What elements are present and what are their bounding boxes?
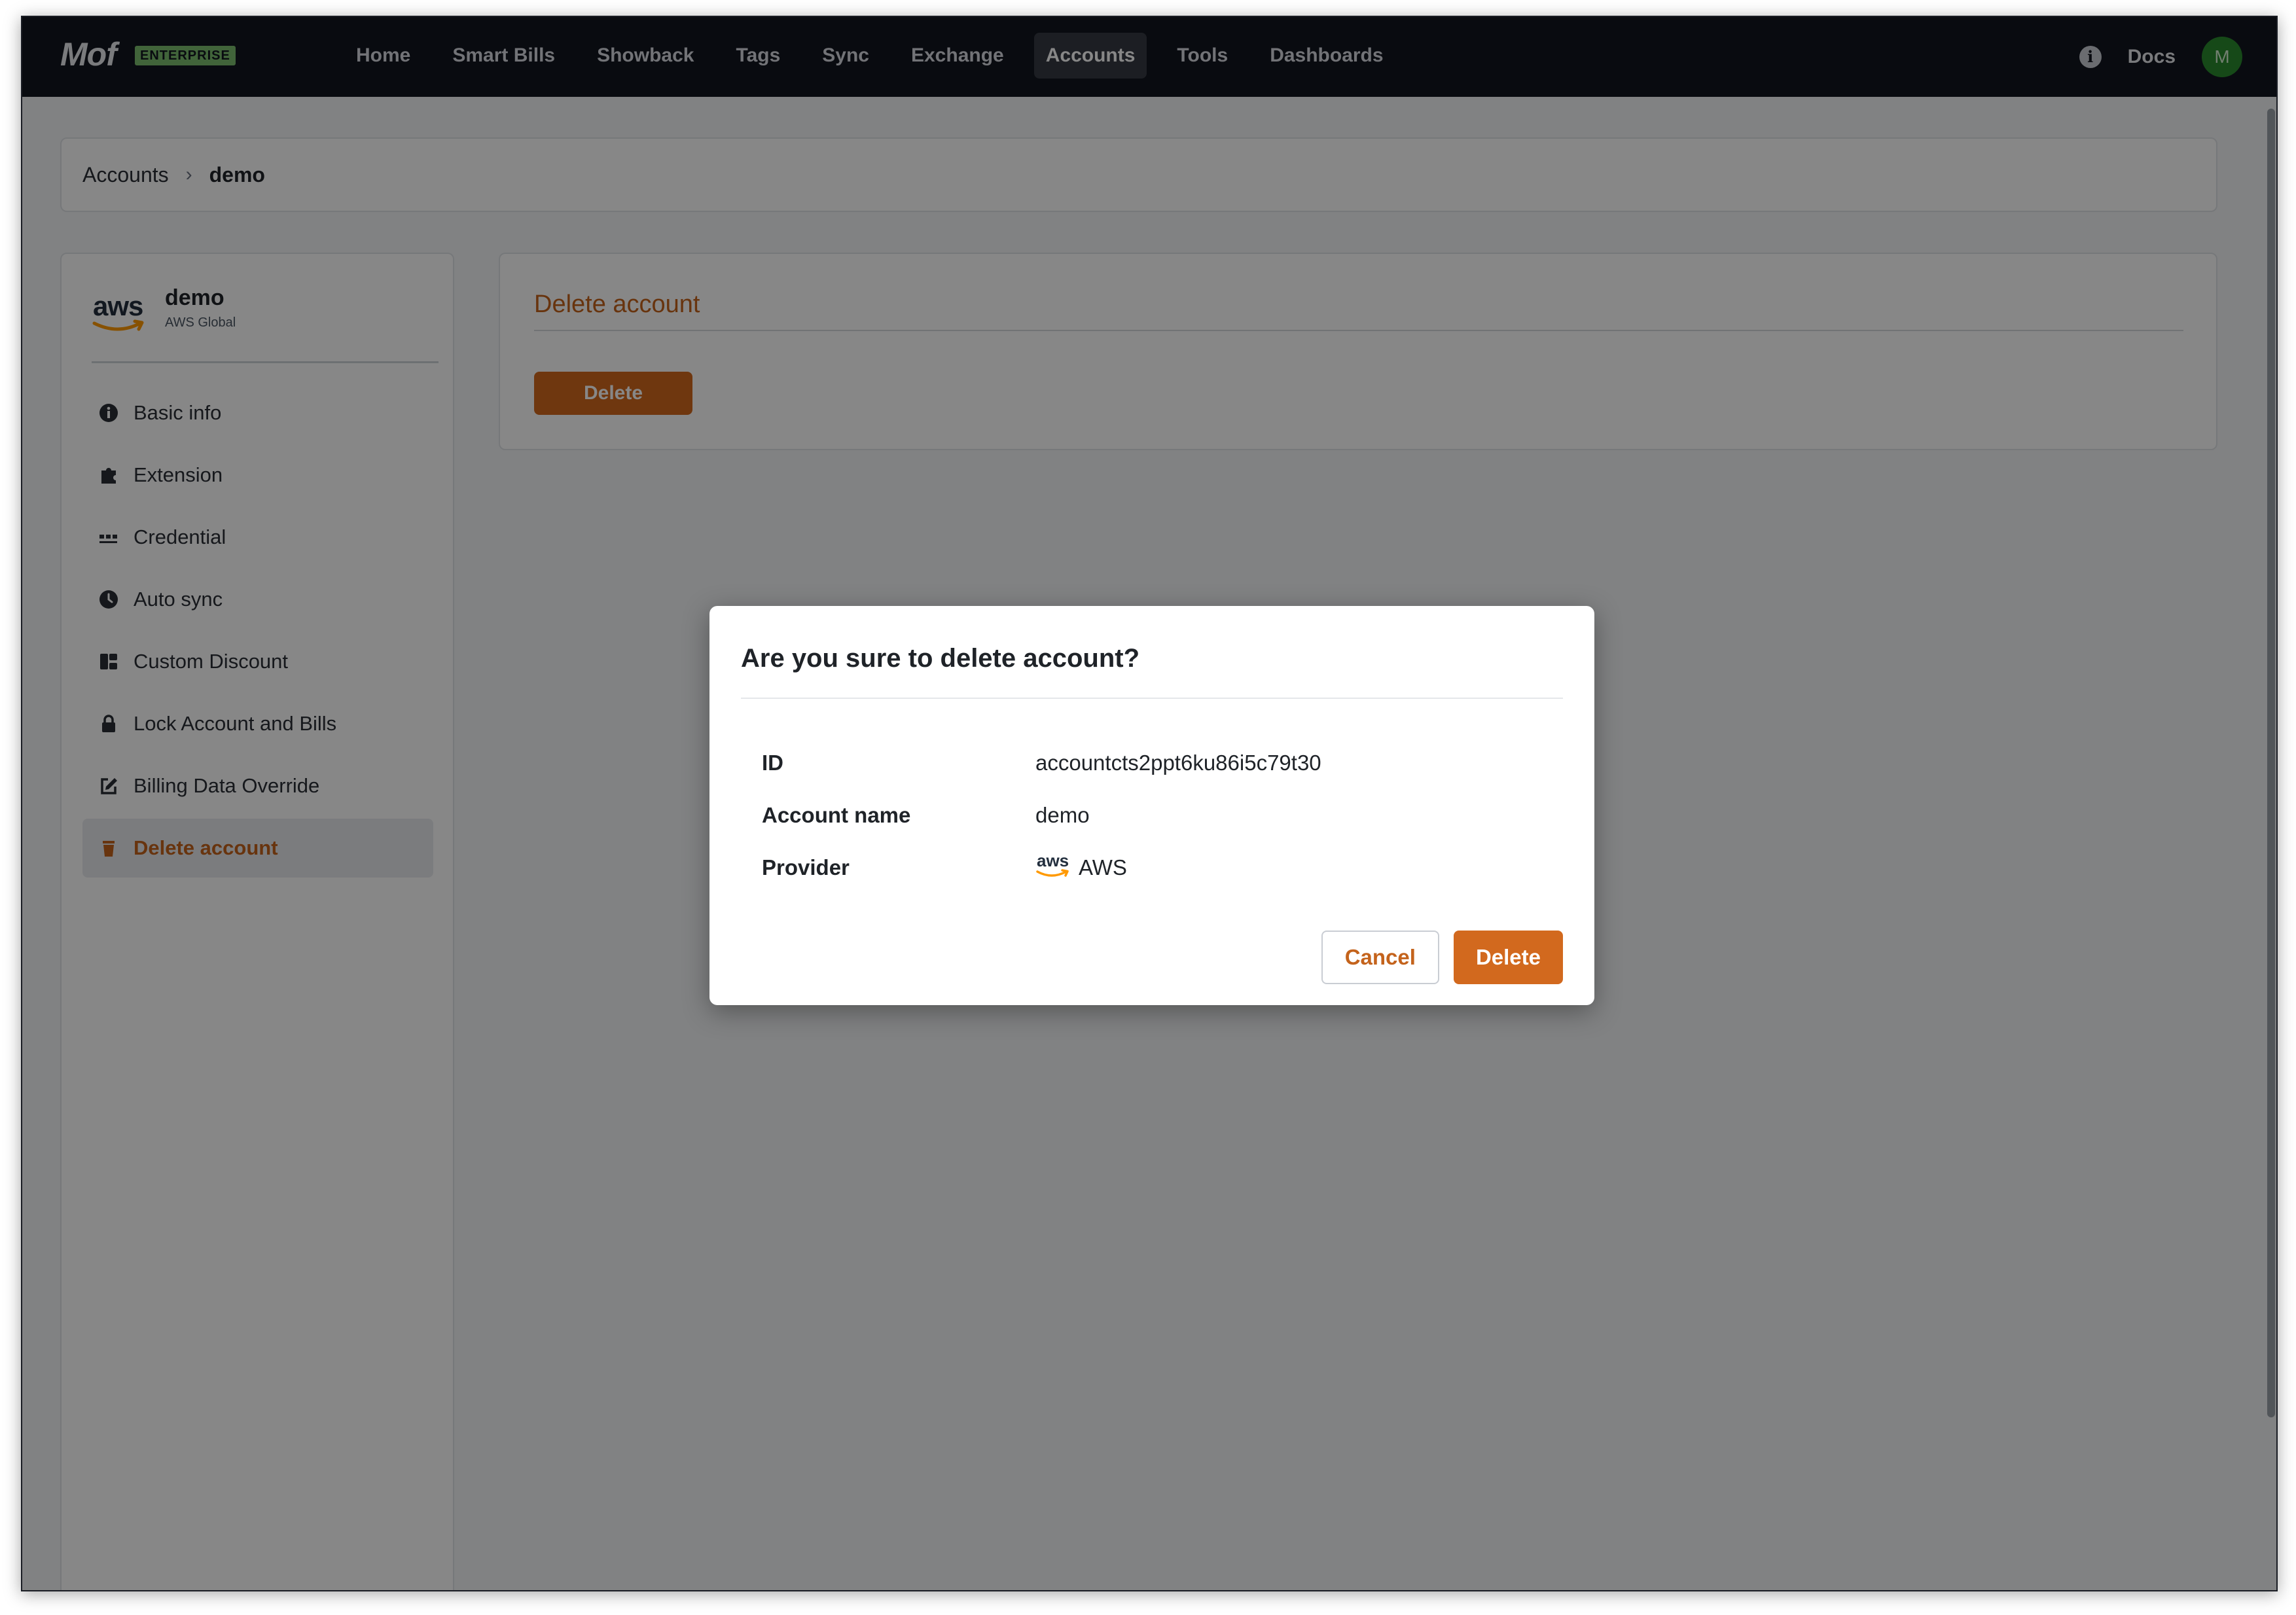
detail-value: aws AWS [1035, 851, 1127, 882]
aws-logo-icon: aws [1035, 851, 1069, 882]
dialog-actions: Cancel Delete [1321, 931, 1563, 984]
dialog-title: Are you sure to delete account? [741, 630, 1563, 699]
detail-row-id: ID accountcts2ppt6ku86i5c79t30 [762, 737, 1547, 789]
detail-value: demo [1035, 803, 1090, 827]
detail-key: Provider [762, 855, 850, 879]
cancel-button[interactable]: Cancel [1321, 931, 1439, 984]
detail-value: accountcts2ppt6ku86i5c79t30 [1035, 751, 1321, 775]
detail-row-provider: Provider aws AWS [762, 842, 1547, 894]
delete-confirm-dialog: Are you sure to delete account? ID accou… [709, 606, 1594, 1005]
detail-key: Account name [762, 803, 911, 827]
app-window: Mof ENTERPRISE Home Smart Bills Showback… [21, 16, 2278, 1591]
detail-key: ID [762, 751, 783, 775]
dialog-title-text: Are you sure to delete account? [741, 644, 1140, 673]
provider-name: AWS [1079, 855, 1127, 879]
detail-row-account-name: Account name demo [762, 789, 1547, 842]
confirm-delete-button[interactable]: Delete [1453, 931, 1563, 984]
account-details: ID accountcts2ppt6ku86i5c79t30 Account n… [762, 737, 1547, 894]
